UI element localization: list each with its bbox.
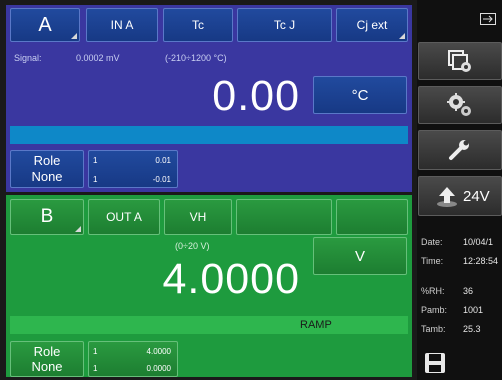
date-label: Date: bbox=[421, 237, 443, 247]
humidity-label: %RH: bbox=[421, 286, 445, 296]
tab-in-a-label: IN A bbox=[110, 18, 134, 32]
tab-tc-j[interactable]: Tc J bbox=[237, 8, 332, 42]
tab-empty-1[interactable] bbox=[236, 199, 332, 235]
channel-b-unit-button[interactable]: V bbox=[313, 237, 407, 275]
humidity-row: %RH: 36 bbox=[421, 286, 473, 296]
time-value: 12:28:54 bbox=[463, 256, 499, 266]
channel-b-reading: 4.0000 bbox=[162, 255, 300, 303]
table-row: 1 bbox=[93, 156, 98, 165]
floppy-disk-icon bbox=[425, 353, 445, 373]
tab-cj-ext-label: Cj ext bbox=[356, 18, 388, 32]
loop-power-label: 24V bbox=[463, 187, 490, 205]
channel-b-table[interactable]: 1 4.0000 1 0.0000 bbox=[88, 341, 178, 377]
channel-b-role-value: None bbox=[31, 359, 63, 374]
up-arrow-icon bbox=[437, 187, 457, 207]
table-cell: 0.01 bbox=[155, 156, 171, 165]
channel-a-table[interactable]: 1 0.01 1 -0.01 bbox=[88, 150, 178, 188]
channel-a-role-button[interactable]: Role None bbox=[10, 150, 84, 188]
signal-value: 0.0002 mV bbox=[76, 53, 120, 63]
date-value: 10/04/1 bbox=[463, 237, 494, 247]
tab-out-a-label: OUT A bbox=[106, 210, 142, 224]
time-label: Time: bbox=[421, 256, 444, 266]
channel-a-role-value: None bbox=[31, 169, 63, 184]
collapse-button[interactable] bbox=[418, 4, 502, 34]
table-cell: -0.01 bbox=[152, 175, 171, 184]
tools-button[interactable] bbox=[418, 130, 502, 170]
date-row: Date: 10/04/1 bbox=[421, 237, 493, 247]
tab-vh-label: VH bbox=[189, 210, 207, 224]
tamb-value: 25.3 bbox=[463, 324, 481, 334]
tamb-row: Tamb: 25.3 bbox=[421, 324, 481, 334]
channel-b-unit-label: V bbox=[354, 247, 365, 265]
channel-b-label: B bbox=[40, 206, 54, 227]
windows-gear-icon bbox=[448, 50, 471, 72]
wrench-icon bbox=[449, 140, 469, 160]
channel-a-range: (-210÷1200 °C) bbox=[165, 53, 227, 63]
tab-tc-label: Tc bbox=[192, 18, 204, 32]
pamb-label: Pamb: bbox=[421, 305, 448, 315]
tab-empty-2[interactable] bbox=[336, 199, 408, 235]
pamb-row: Pamb: 1001 bbox=[421, 305, 483, 315]
time-row: Time: 12:28:54 bbox=[421, 256, 498, 266]
tab-vh[interactable]: VH bbox=[164, 199, 232, 235]
tab-cj-ext[interactable]: Cj ext bbox=[336, 8, 408, 42]
ramp-status: RAMP bbox=[300, 319, 332, 331]
signal-label: Signal: bbox=[14, 53, 42, 63]
humidity-value: 36 bbox=[463, 286, 474, 296]
table-row: 1 bbox=[93, 364, 98, 373]
channel-a-unit-button[interactable]: °C bbox=[313, 76, 407, 114]
channel-a-role-label: Role bbox=[33, 153, 61, 168]
window-settings-button[interactable] bbox=[418, 42, 502, 80]
tab-tc-j-label: Tc J bbox=[273, 18, 296, 32]
save-button[interactable] bbox=[424, 352, 446, 374]
settings-button[interactable] bbox=[418, 86, 502, 124]
channel-b-status-bar: RAMP bbox=[10, 316, 408, 334]
table-cell: 0.0000 bbox=[146, 364, 171, 373]
tab-tc[interactable]: Tc bbox=[163, 8, 233, 42]
channel-b-role-label: Role bbox=[33, 344, 61, 359]
channel-a-reading: 0.00 bbox=[212, 72, 300, 120]
pamb-value: 1001 bbox=[463, 305, 484, 315]
channel-a-status-bar bbox=[10, 126, 408, 144]
tab-in-a[interactable]: IN A bbox=[86, 8, 158, 42]
table-cell: 4.0000 bbox=[146, 347, 171, 356]
channel-b-role-button[interactable]: Role None bbox=[10, 341, 84, 377]
channel-b-range: (0÷20 V) bbox=[175, 241, 210, 251]
tamb-label: Tamb: bbox=[421, 324, 446, 334]
channel-a-label: A bbox=[38, 13, 52, 36]
loop-power-button[interactable]: 24V bbox=[418, 176, 502, 216]
tab-out-a[interactable]: OUT A bbox=[88, 199, 160, 235]
channel-a-unit-label: °C bbox=[351, 86, 369, 104]
gears-icon bbox=[447, 93, 471, 116]
table-row: 1 bbox=[93, 175, 98, 184]
channel-a-select-button[interactable]: A bbox=[10, 8, 80, 42]
channel-b-select-button[interactable]: B bbox=[10, 199, 84, 235]
switch-icon bbox=[480, 13, 496, 25]
table-row: 1 bbox=[93, 347, 98, 356]
